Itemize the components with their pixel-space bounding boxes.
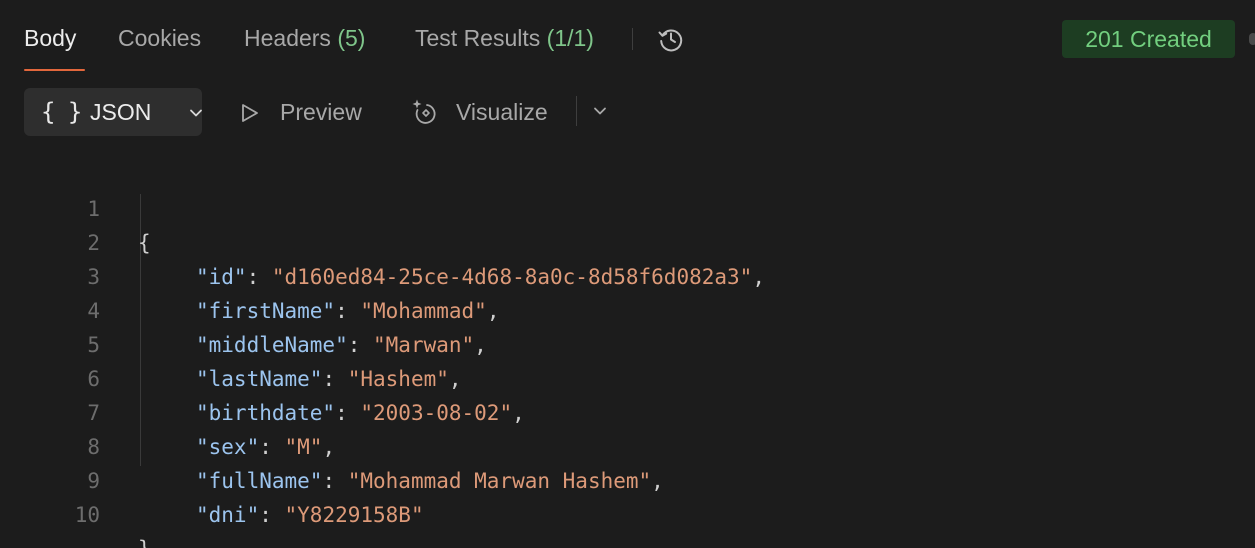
json-key: "dni" <box>196 503 260 527</box>
tab-test-results-label: Test Results <box>415 25 547 51</box>
tab-body-label: Body <box>24 25 77 51</box>
visualize-label: Visualize <box>456 99 548 125</box>
visualize-sparkle-icon <box>412 99 436 124</box>
history-clock-icon[interactable] <box>656 24 686 54</box>
tab-test-results[interactable]: Test Results (1/1) <box>415 22 594 54</box>
visualize-options-chevron-icon[interactable] <box>593 104 607 118</box>
code-line: 2 "id": "d160ed84-25ce-4d68-8a0c-8d58f6d… <box>0 192 1255 289</box>
json-braces-icon: { } <box>41 98 82 126</box>
chevron-down-icon <box>190 109 202 117</box>
close-brace: } <box>138 532 151 548</box>
status-text: 201 Created <box>1085 26 1212 52</box>
response-panel: Body Cookies Headers (5) Test Results (1… <box>0 0 1255 548</box>
tab-body[interactable]: Body <box>24 22 76 54</box>
code-line: 7 "sex": "M", <box>0 362 1255 459</box>
play-icon <box>242 104 258 122</box>
overflow-handle <box>1249 33 1255 45</box>
code-line: 5 "lastName": "Hashem", <box>0 294 1255 391</box>
body-format-toolbar: { } JSON Preview Visualize <box>0 84 1255 140</box>
response-body-code[interactable]: 1 { 2 "id": "d160ed84-25ce-4d68-8a0c-8d5… <box>0 158 1255 548</box>
tab-cookies-label: Cookies <box>118 25 202 51</box>
format-select[interactable]: { } JSON <box>24 88 202 136</box>
code-line: 3 "firstName": "Mohammad", <box>0 226 1255 323</box>
tab-divider <box>632 28 633 50</box>
code-line: 1 { <box>0 158 1255 255</box>
response-tabs: Body Cookies Headers (5) Test Results (1… <box>0 0 1255 74</box>
code-line: 4 "middleName": "Marwan", <box>0 260 1255 357</box>
code-line: 6 "birthdate": "2003-08-02", <box>0 328 1255 425</box>
line-number: 10 <box>74 503 100 527</box>
active-tab-indicator <box>24 69 85 71</box>
tab-headers-label: Headers <box>244 25 338 51</box>
status-badge: 201 Created <box>1062 20 1235 58</box>
code-line: 10 } <box>0 464 1255 548</box>
format-select-label: JSON <box>90 99 152 125</box>
visualize-divider <box>576 96 577 126</box>
json-value: "Y8229158B" <box>284 503 424 527</box>
code-line: 8 "fullName": "Mohammad Marwan Hashem", <box>0 396 1255 493</box>
tab-headers[interactable]: Headers (5) <box>244 22 365 54</box>
code-line: 9 "dni": "Y8229158B" <box>0 430 1255 527</box>
preview-label: Preview <box>280 99 362 125</box>
tab-cookies[interactable]: Cookies <box>118 22 201 54</box>
tab-test-results-count: (1/1) <box>546 25 594 51</box>
tab-headers-count: (5) <box>337 25 366 51</box>
